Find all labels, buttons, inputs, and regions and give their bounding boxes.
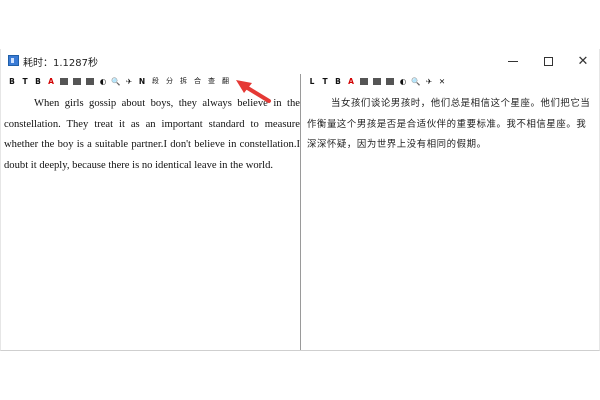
merge-tool[interactable]: 合 (191, 75, 204, 87)
clear-icon[interactable]: ✕ (436, 75, 448, 87)
split-tool[interactable]: 分 (163, 75, 176, 87)
check-tool[interactable]: 查 (205, 75, 218, 87)
source-pane[interactable]: B T B A ◐ 🔍 ✈ N 段 分 拆 合 查 翻 When girls g… (2, 74, 301, 350)
minimize-button[interactable] (493, 49, 533, 73)
translation-text-content: 当女孩们谈论男孩时，他们总是相信这个星座。他们把它当作衡量这个男孩是否是合适伙伴… (307, 98, 591, 151)
font-color-tool[interactable]: A (345, 75, 357, 87)
bold-b-tool[interactable]: B (32, 75, 44, 87)
translate-button[interactable]: 翻 (219, 75, 232, 87)
align-center-icon[interactable] (373, 77, 381, 85)
align-center-icon[interactable] (73, 77, 81, 85)
align-left-icon[interactable] (360, 77, 368, 85)
translation-pane[interactable]: L T B A ◐ 🔍 ✈ ✕ 当女孩们谈论男孩时，他们总是相信这个星座。他们把… (302, 74, 598, 350)
app-window: 耗时：1.1287秒 ✕ B T B A ◐ 🔍 ✈ N 段 分 拆 合 查 翻… (0, 49, 600, 351)
source-toolbar: B T B A ◐ 🔍 ✈ N 段 分 拆 合 查 翻 (2, 74, 232, 88)
title-bar: 耗时：1.1287秒 ✕ (1, 49, 599, 73)
maximize-icon (543, 56, 553, 66)
align-right-icon[interactable] (386, 77, 394, 85)
color-icon[interactable]: ◐ (397, 75, 409, 87)
send-icon[interactable]: ✈ (123, 75, 135, 87)
window-title: 耗时：1.1287秒 (23, 58, 98, 69)
l-tool[interactable]: L (306, 75, 318, 87)
color-icon[interactable]: ◐ (97, 75, 109, 87)
text-tool[interactable]: T (319, 75, 331, 87)
bold-tool[interactable]: B (332, 75, 344, 87)
close-button[interactable]: ✕ (563, 49, 600, 73)
search-icon[interactable]: 🔍 (110, 75, 122, 87)
text-tool[interactable]: T (19, 75, 31, 87)
align-right-icon[interactable] (86, 77, 94, 85)
translation-toolbar: L T B A ◐ 🔍 ✈ ✕ (302, 74, 448, 88)
translation-text[interactable]: 当女孩们谈论男孩时，他们总是相信这个星座。他们把它当作衡量这个男孩是否是合适伙伴… (307, 94, 593, 156)
bold-tool[interactable]: B (6, 75, 18, 87)
align-left-icon[interactable] (60, 77, 68, 85)
paragraph-tool[interactable]: 段 (149, 75, 162, 87)
maximize-button[interactable] (528, 49, 568, 73)
source-text-content: When girls gossip about boys, they alway… (4, 98, 300, 171)
minimize-icon (508, 60, 518, 62)
send-icon[interactable]: ✈ (423, 75, 435, 87)
source-text[interactable]: When girls gossip about boys, they alway… (4, 94, 300, 176)
search-icon[interactable]: 🔍 (410, 75, 422, 87)
break-tool[interactable]: 拆 (177, 75, 190, 87)
font-color-tool[interactable]: A (45, 75, 57, 87)
app-icon (8, 55, 19, 66)
n-tool[interactable]: N (136, 75, 148, 87)
